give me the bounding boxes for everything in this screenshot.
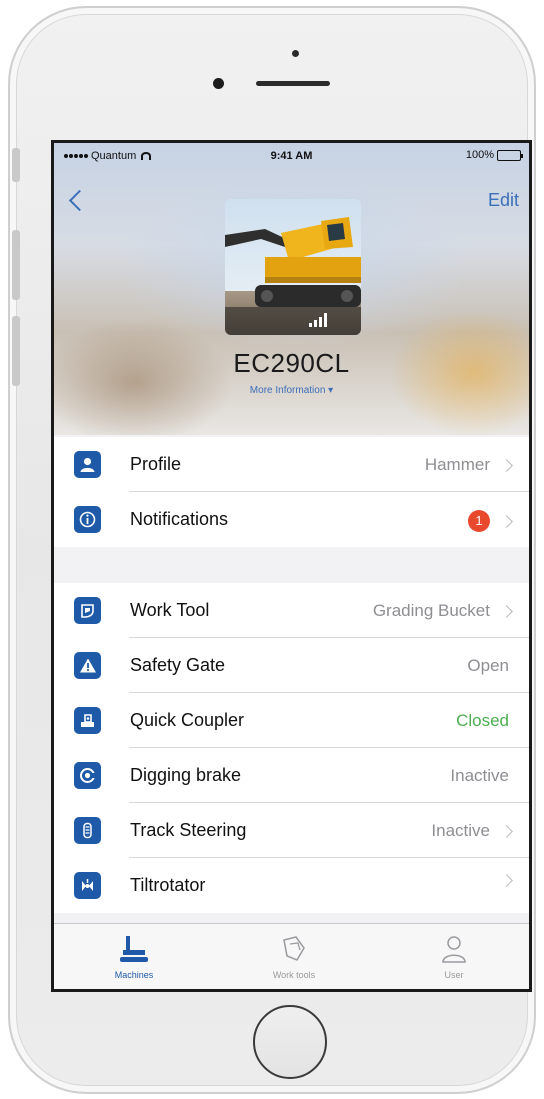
row-label: Work Tool <box>130 600 210 620</box>
tab-user[interactable]: User <box>374 924 529 989</box>
machine-photo[interactable] <box>225 199 361 335</box>
chevron-right-icon <box>500 824 513 838</box>
row-value-text: Open <box>467 656 509 675</box>
warning-icon <box>74 652 101 679</box>
phone-frame: Quantum 9:41 AM 100% Edit EC290CL More I… <box>8 6 536 1094</box>
battery-status: 100% <box>465 149 523 161</box>
tab-work-tools[interactable]: Work tools <box>214 924 374 989</box>
chevron-right-icon <box>500 458 513 472</box>
row-label: Quick Coupler <box>130 710 245 730</box>
tab-bar: Machines Work tools User <box>54 923 529 989</box>
status-time: 9:41 AM <box>270 150 313 162</box>
work-tool-icon <box>277 934 311 964</box>
info-icon <box>74 506 101 533</box>
brake-icon <box>74 762 101 789</box>
row-digging-brake[interactable]: Digging brake Inactive <box>54 748 529 803</box>
mute-switch <box>12 148 20 182</box>
row-quick-coupler[interactable]: Quick Coupler Closed <box>54 693 529 748</box>
chevron-right-icon <box>500 874 513 887</box>
row-tiltrotator[interactable]: Tiltrotator <box>54 858 529 913</box>
row-safety-gate[interactable]: Safety Gate Open <box>54 638 529 693</box>
screen: Quantum 9:41 AM 100% Edit EC290CL More I… <box>51 140 532 992</box>
chevron-right-icon <box>500 604 513 618</box>
coupler-icon <box>74 707 101 734</box>
row-value-text: Grading Bucket <box>372 601 490 620</box>
row-value: Open <box>467 656 509 676</box>
tab-label: Work tools <box>272 970 316 980</box>
excavator-photo-illustration <box>225 199 361 335</box>
row-value-text: Inactive <box>431 821 490 840</box>
home-button[interactable] <box>253 1005 327 1079</box>
bucket-icon <box>74 597 101 624</box>
row-value: Inactive <box>450 766 509 786</box>
volume-down-button <box>12 316 20 386</box>
back-button[interactable] <box>64 185 94 219</box>
signal-strength-icon <box>309 313 327 327</box>
tab-machines[interactable]: Machines <box>54 924 214 989</box>
row-label: Notifications <box>130 509 229 529</box>
edit-button[interactable]: Edit <box>488 190 519 211</box>
row-value: Hammer <box>424 455 513 475</box>
front-camera <box>292 50 299 57</box>
row-label: Track Steering <box>130 820 247 840</box>
row-value: Inactive <box>431 821 513 841</box>
row-work-tool[interactable]: Work Tool Grading Bucket <box>54 583 529 638</box>
settings-group-2: Work Tool Grading Bucket Safety Gate Ope… <box>54 583 529 913</box>
row-value-text: Closed <box>456 711 509 730</box>
row-value <box>490 874 513 887</box>
more-information-link[interactable]: More Information ▾ <box>54 385 529 396</box>
machine-title: EC290CL <box>233 348 350 378</box>
track-icon <box>74 817 101 844</box>
row-value: Closed <box>456 711 509 731</box>
chevron-right-icon <box>500 514 513 528</box>
row-label: Safety Gate <box>130 655 226 675</box>
settings-group-1: Profile Hammer Notifications 1 <box>54 437 529 547</box>
row-profile[interactable]: Profile Hammer <box>54 437 529 492</box>
user-outline-icon <box>437 934 471 964</box>
tiltrotator-icon <box>74 872 101 899</box>
row-value-text: Inactive <box>450 766 509 785</box>
row-track-steering[interactable]: Track Steering Inactive <box>54 803 529 858</box>
tab-label: User <box>444 970 464 980</box>
volume-up-button <box>12 230 20 300</box>
status-bar: Quantum 9:41 AM 100% <box>54 143 529 169</box>
battery-percent: 100% <box>465 149 494 161</box>
battery-icon <box>497 149 523 161</box>
tab-label: Machines <box>114 970 154 980</box>
proximity-sensor <box>213 78 224 89</box>
row-value-text: Hammer <box>424 455 490 474</box>
excavator-icon <box>117 934 151 964</box>
row-value: Grading Bucket <box>372 601 513 621</box>
notification-badge: 1 <box>468 510 490 532</box>
row-label: Digging brake <box>130 765 242 785</box>
row-value: 1 <box>468 510 513 532</box>
row-label: Profile <box>130 454 182 474</box>
user-icon <box>74 451 101 478</box>
row-label: Tiltrotator <box>130 875 206 895</box>
earpiece-speaker <box>256 81 330 86</box>
row-notifications[interactable]: Notifications 1 <box>54 492 529 547</box>
